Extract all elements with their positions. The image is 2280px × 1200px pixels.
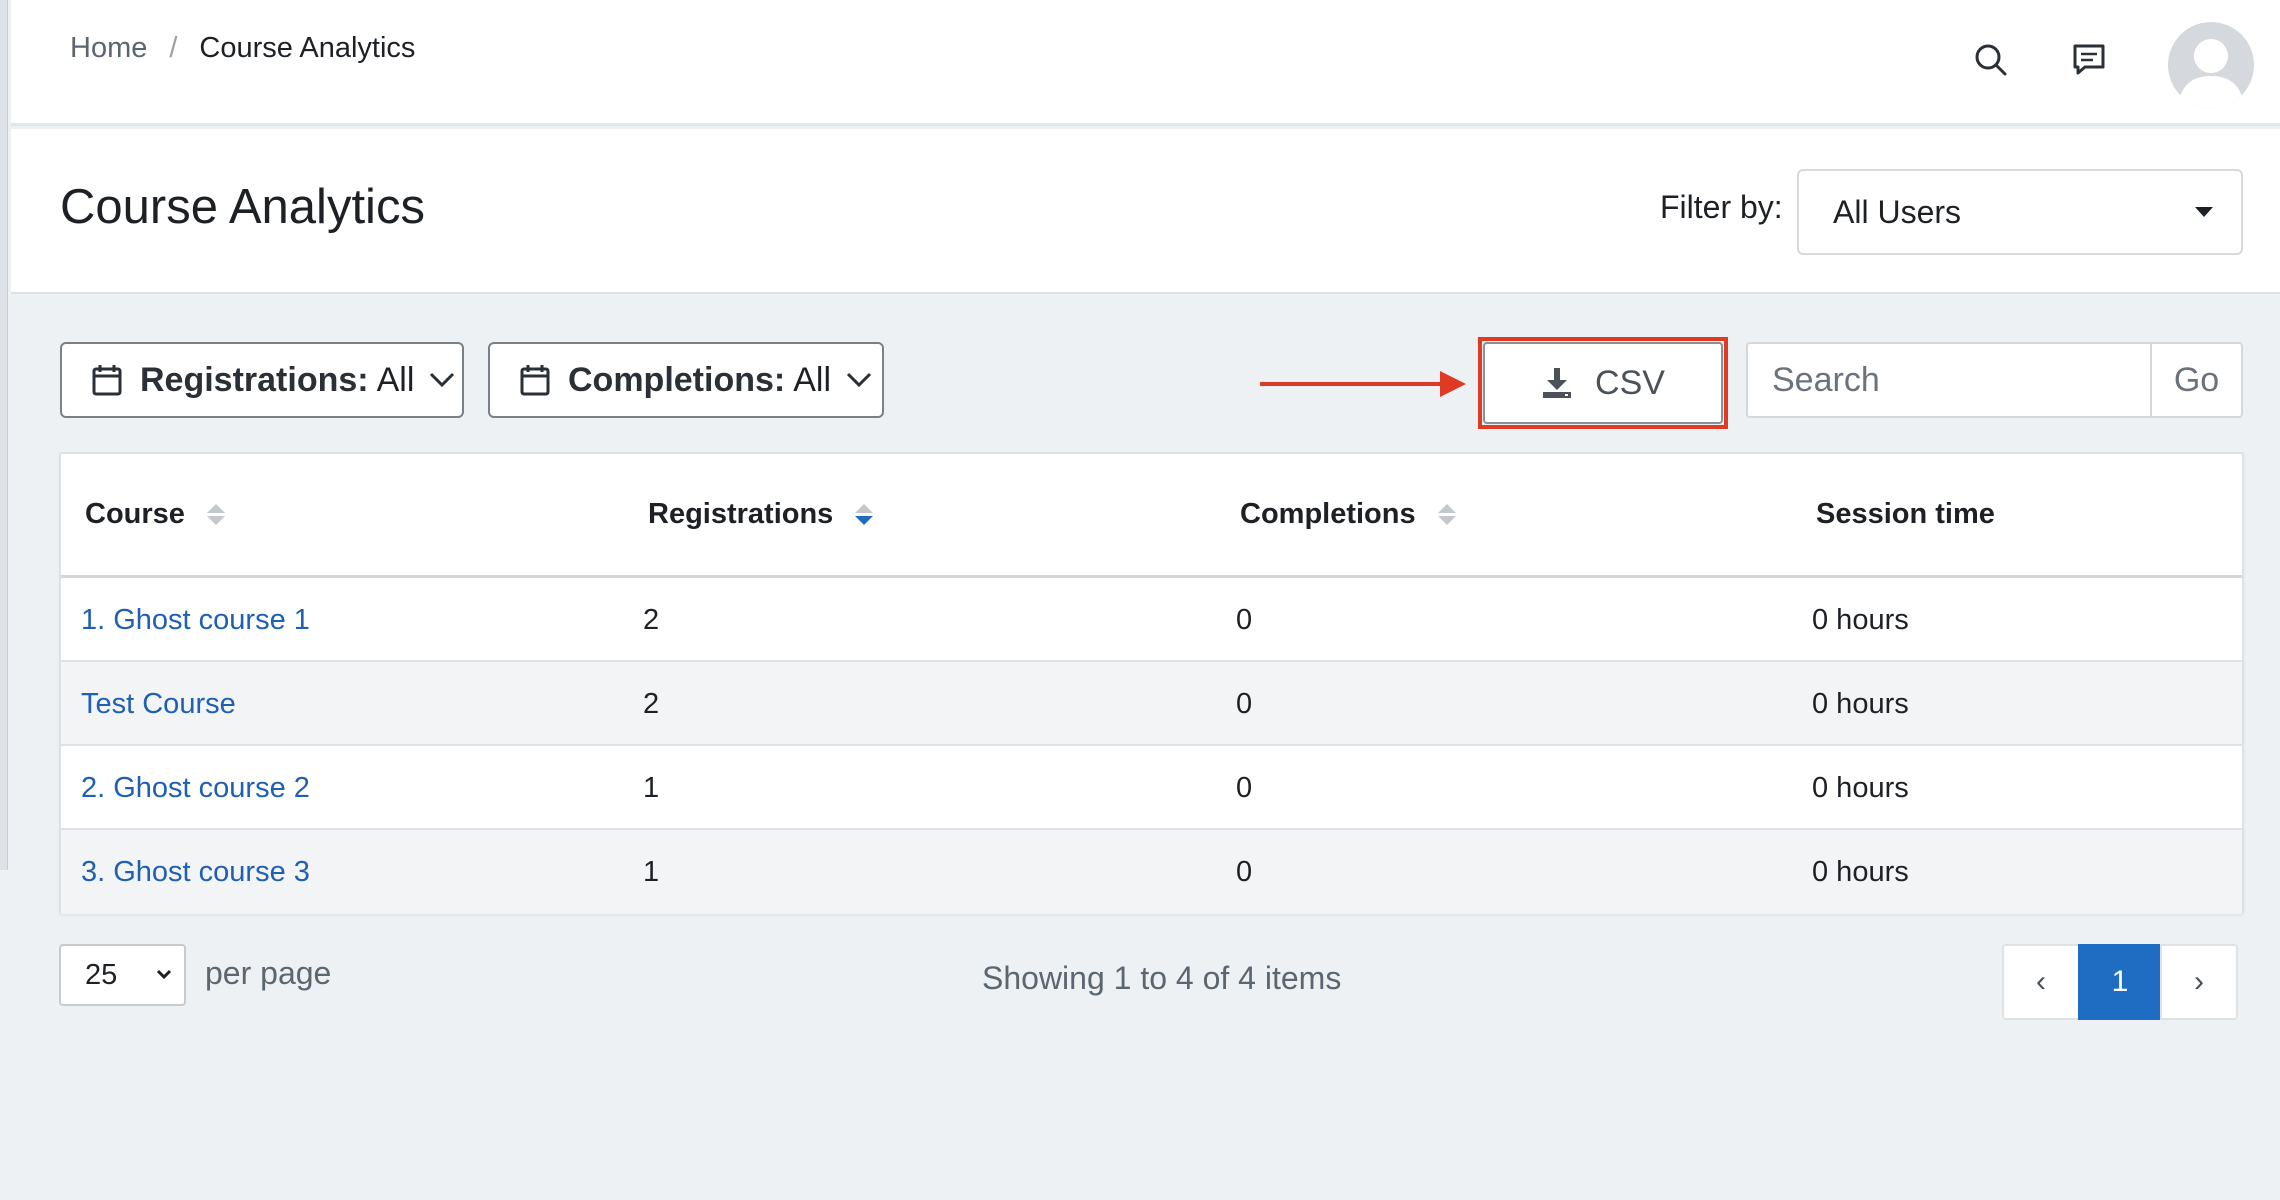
chat-icon[interactable] bbox=[2069, 40, 2109, 80]
table-row: 3. Ghost course 3 1 0 0 hours bbox=[61, 830, 2242, 914]
download-icon bbox=[1543, 368, 1572, 398]
user-silhouette-icon bbox=[2178, 39, 2244, 108]
left-border-strip bbox=[0, 0, 8, 870]
annotation-arrow-line bbox=[1260, 382, 1450, 386]
top-navbar: Home / Course Analytics bbox=[11, 0, 2280, 126]
sort-descending-icon bbox=[855, 504, 874, 525]
completions-cell: 0 bbox=[1236, 772, 1253, 804]
user-filter-value: All Users bbox=[1833, 194, 1962, 230]
sort-icon bbox=[206, 504, 225, 525]
page-title: Course Analytics bbox=[60, 180, 425, 234]
csv-download-button[interactable]: CSV bbox=[1483, 342, 1723, 424]
registrations-date-filter-button[interactable]: Registrations: All bbox=[60, 342, 464, 418]
session-time-cell: 0 hours bbox=[1812, 688, 1909, 720]
sort-icon bbox=[1437, 504, 1456, 525]
pagination-page-1[interactable]: 1 bbox=[2078, 944, 2162, 1020]
column-header-label: Completions bbox=[1240, 498, 1416, 530]
column-header-session-time: Session time bbox=[1816, 498, 1995, 531]
user-avatar[interactable] bbox=[2168, 22, 2254, 108]
course-link[interactable]: 2. Ghost course 2 bbox=[81, 772, 310, 805]
page-header: Course Analytics Filter by: All Users bbox=[11, 129, 2280, 294]
search-input[interactable] bbox=[1746, 342, 2150, 418]
breadcrumb-separator: / bbox=[169, 32, 178, 64]
column-header-label: Course bbox=[85, 498, 185, 530]
pagination-prev-button[interactable]: ‹ bbox=[2002, 944, 2080, 1020]
search-icon[interactable] bbox=[1971, 40, 2011, 80]
registrations-cell: 1 bbox=[643, 772, 660, 804]
breadcrumb-current: Course Analytics bbox=[199, 32, 416, 64]
column-header-label: Registrations bbox=[648, 498, 834, 530]
completions-cell: 0 bbox=[1236, 604, 1253, 636]
session-time-cell: 0 hours bbox=[1812, 856, 1909, 888]
chevron-down-icon bbox=[156, 969, 172, 980]
caret-down-icon bbox=[2195, 207, 2213, 217]
completions-filter-value: All bbox=[793, 360, 832, 399]
csv-button-label: CSV bbox=[1595, 363, 1665, 402]
filter-label: Filter by: bbox=[1660, 189, 1783, 225]
search-go-button[interactable]: Go bbox=[2150, 342, 2243, 418]
breadcrumb: Home / Course Analytics bbox=[70, 32, 415, 65]
breadcrumb-home-link[interactable]: Home bbox=[70, 32, 147, 65]
column-header-completions[interactable]: Completions bbox=[1240, 498, 1456, 531]
pagination-next-button[interactable]: › bbox=[2160, 944, 2238, 1020]
per-page-select[interactable]: 25 bbox=[59, 944, 186, 1006]
completions-cell: 0 bbox=[1236, 688, 1253, 720]
completions-filter-label: Completions: bbox=[568, 360, 786, 399]
course-analytics-table: Course Registrations Completions Session… bbox=[59, 452, 2244, 914]
course-link[interactable]: 3. Ghost course 3 bbox=[81, 856, 310, 889]
column-header-label: Session time bbox=[1816, 498, 1995, 530]
table-row: Test Course 2 0 0 hours bbox=[61, 662, 2242, 746]
table-row: 1. Ghost course 1 2 0 0 hours bbox=[61, 578, 2242, 662]
completions-cell: 0 bbox=[1236, 856, 1253, 888]
user-filter-select[interactable]: All Users bbox=[1797, 169, 2243, 255]
session-time-cell: 0 hours bbox=[1812, 604, 1909, 636]
column-header-course[interactable]: Course bbox=[85, 498, 225, 531]
registrations-cell: 2 bbox=[643, 688, 660, 720]
table-header-row: Course Registrations Completions Session… bbox=[61, 454, 2242, 578]
table-row: 2. Ghost course 2 1 0 0 hours bbox=[61, 746, 2242, 830]
session-time-cell: 0 hours bbox=[1812, 772, 1909, 804]
per-page-value: 25 bbox=[85, 959, 118, 991]
course-link[interactable]: Test Course bbox=[81, 688, 236, 721]
pagination-summary: Showing 1 to 4 of 4 items bbox=[982, 960, 1342, 996]
chevron-down-icon bbox=[430, 372, 455, 388]
per-page-label: per page bbox=[205, 955, 332, 991]
registrations-filter-label: Registrations: bbox=[140, 360, 369, 399]
course-link[interactable]: 1. Ghost course 1 bbox=[81, 604, 310, 637]
registrations-filter-value: All bbox=[376, 360, 415, 399]
calendar-icon bbox=[520, 365, 550, 396]
registrations-cell: 1 bbox=[643, 856, 660, 888]
chevron-down-icon bbox=[846, 372, 872, 388]
pagination: ‹ 1 › bbox=[2002, 944, 2238, 1020]
registrations-cell: 2 bbox=[643, 604, 660, 636]
completions-date-filter-button[interactable]: Completions: All bbox=[488, 342, 884, 418]
annotation-arrow-head bbox=[1440, 371, 1466, 397]
calendar-icon bbox=[92, 365, 122, 396]
column-header-registrations[interactable]: Registrations bbox=[648, 498, 874, 531]
